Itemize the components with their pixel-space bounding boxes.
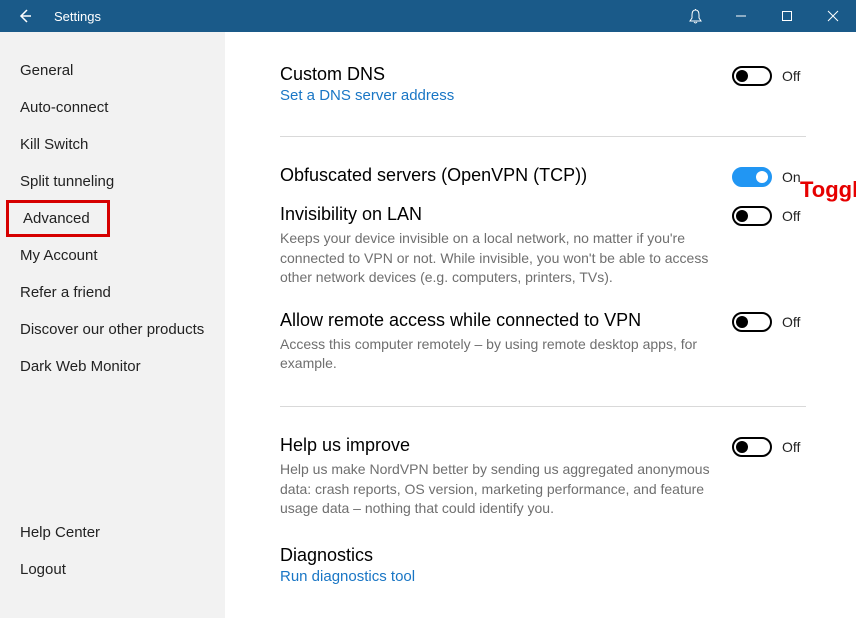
sidebar-items: General Auto-connect Kill Switch Split t…: [0, 52, 225, 514]
titlebar: Settings: [0, 0, 856, 32]
window-title: Settings: [54, 9, 101, 24]
obfuscated-title: Obfuscated servers (OpenVPN (TCP)): [280, 165, 732, 186]
sidebar-item-auto-connect[interactable]: Auto-connect: [0, 89, 225, 126]
diagnostics-title: Diagnostics: [280, 545, 806, 566]
section-custom-dns: Custom DNS Set a DNS server address Off: [280, 50, 806, 122]
custom-dns-toggle-label: Off: [782, 68, 806, 84]
improve-toggle[interactable]: [732, 437, 772, 457]
custom-dns-toggle[interactable]: [732, 66, 772, 86]
sidebar-item-logout[interactable]: Logout: [0, 551, 225, 588]
minimize-button[interactable]: [718, 0, 764, 32]
section-obfuscated: Obfuscated servers (OpenVPN (TCP)) On: [280, 151, 806, 196]
custom-dns-title: Custom DNS: [280, 64, 732, 85]
toggle-knob: [756, 171, 768, 183]
notifications-button[interactable]: [672, 0, 718, 32]
divider: [280, 406, 806, 407]
toggle-knob: [736, 441, 748, 453]
remote-desc: Access this computer remotely – by using…: [280, 335, 732, 374]
section-diagnostics: Diagnostics Run diagnostics tool: [280, 537, 806, 603]
annotation-text: Toggle on: [800, 177, 856, 203]
toggle-knob: [736, 210, 748, 222]
sidebar-bottom: Help Center Logout: [0, 514, 225, 598]
close-button[interactable]: [810, 0, 856, 32]
back-button[interactable]: [0, 0, 50, 32]
invisibility-toggle-label: Off: [782, 208, 806, 224]
improve-title: Help us improve: [280, 435, 732, 456]
remote-toggle[interactable]: [732, 312, 772, 332]
obfuscated-toggle[interactable]: [732, 167, 772, 187]
sidebar-item-discover-products[interactable]: Discover our other products: [0, 311, 225, 348]
sidebar-item-help-center[interactable]: Help Center: [0, 514, 225, 551]
arrow-left-icon: [17, 8, 33, 24]
sidebar-item-split-tunneling[interactable]: Split tunneling: [0, 163, 225, 200]
toggle-knob: [736, 316, 748, 328]
sidebar-item-general[interactable]: General: [0, 52, 225, 89]
toggle-knob: [736, 70, 748, 82]
diagnostics-link[interactable]: Run diagnostics tool: [280, 568, 806, 585]
section-improve: Help us improve Help us make NordVPN bet…: [280, 421, 806, 537]
titlebar-left: Settings: [0, 0, 672, 32]
improve-toggle-label: Off: [782, 439, 806, 455]
sidebar-item-dark-web-monitor[interactable]: Dark Web Monitor: [0, 348, 225, 385]
remote-title: Allow remote access while connected to V…: [280, 310, 732, 331]
main-content: Custom DNS Set a DNS server address Off …: [225, 32, 856, 618]
divider: [280, 136, 806, 137]
close-icon: [827, 10, 839, 22]
bell-icon: [688, 8, 703, 24]
maximize-icon: [781, 10, 793, 22]
invisibility-toggle[interactable]: [732, 206, 772, 226]
maximize-button[interactable]: [764, 0, 810, 32]
titlebar-right: [672, 0, 856, 32]
sidebar-item-advanced[interactable]: Advanced: [6, 200, 110, 237]
sidebar-item-refer-friend[interactable]: Refer a friend: [0, 274, 225, 311]
sidebar-item-my-account[interactable]: My Account: [0, 237, 225, 274]
improve-desc: Help us make NordVPN better by sending u…: [280, 460, 732, 519]
section-remote: Allow remote access while connected to V…: [280, 306, 806, 392]
invisibility-title: Invisibility on LAN: [280, 204, 732, 225]
minimize-icon: [735, 10, 747, 22]
custom-dns-link[interactable]: Set a DNS server address: [280, 87, 732, 104]
sidebar-item-kill-switch[interactable]: Kill Switch: [0, 126, 225, 163]
sidebar: General Auto-connect Kill Switch Split t…: [0, 32, 225, 618]
section-invisibility: Invisibility on LAN Keeps your device in…: [280, 196, 806, 306]
body: General Auto-connect Kill Switch Split t…: [0, 32, 856, 618]
invisibility-desc: Keeps your device invisible on a local n…: [280, 229, 732, 288]
remote-toggle-label: Off: [782, 314, 806, 330]
